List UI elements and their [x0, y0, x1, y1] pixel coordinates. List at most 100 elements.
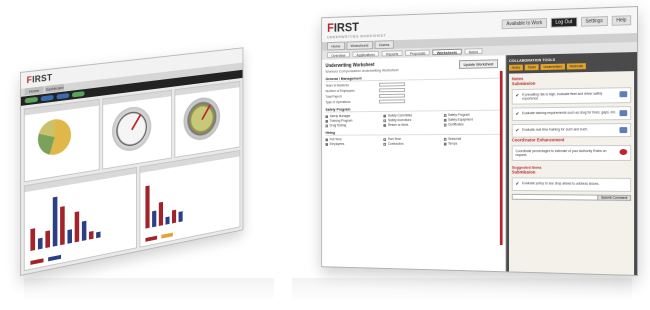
status-pill[interactable]: [40, 94, 54, 102]
note-card[interactable]: Coordinate percentages to estimate of yo…: [511, 145, 632, 161]
nav-tab-home[interactable]: Home: [327, 41, 345, 51]
checkbox[interactable]: [325, 138, 328, 141]
submit-comment-button[interactable]: Submit Comment: [597, 195, 631, 200]
note-card[interactable]: ✔ Evaluate training requirements such as…: [511, 106, 632, 122]
chart-legend: [144, 232, 173, 242]
checkbox[interactable]: [443, 142, 447, 146]
collab-tab-tasks[interactable]: Tasks: [524, 64, 539, 71]
help-button[interactable]: Help: [611, 15, 632, 26]
pie-chart: [37, 117, 72, 158]
note-text: If prevailing risk is high, evaluate fle…: [522, 91, 603, 101]
checkbox-item[interactable]: Safety Incentives: [383, 118, 440, 122]
alert-icon[interactable]: [619, 149, 628, 156]
chat-icon[interactable]: [619, 110, 628, 117]
checkbox-item[interactable]: Employees: [325, 142, 380, 146]
checkbox[interactable]: [443, 113, 447, 117]
check-icon: ✔: [515, 111, 520, 118]
status-pill[interactable]: [24, 96, 38, 104]
checkbox-item[interactable]: Drug Testing: [325, 123, 380, 127]
checkbox[interactable]: [443, 137, 447, 141]
checkbox-item[interactable]: Return to Work: [383, 123, 440, 127]
checkbox[interactable]: [325, 114, 328, 118]
pie-panel: [23, 98, 100, 183]
sub-tab-reports[interactable]: Reports: [381, 50, 403, 57]
chat-icon[interactable]: [619, 127, 628, 134]
update-worksheet-button[interactable]: Update Worksheet: [459, 59, 499, 69]
dashboard-logo: FIRST: [26, 72, 53, 86]
checkbox-item[interactable]: Training Program: [325, 119, 380, 123]
bar: [158, 201, 163, 227]
sub-tab-applications[interactable]: Applications: [352, 50, 380, 58]
checkbox-item[interactable]: Safety Manager: [325, 114, 380, 118]
bar: [45, 230, 51, 249]
collab-tab-referrals[interactable]: Referrals: [566, 63, 586, 70]
bar: [67, 229, 72, 244]
section-hiring: Hiring: [325, 128, 502, 136]
checkbox[interactable]: [383, 118, 387, 122]
checkbox[interactable]: [383, 142, 387, 146]
checkbox[interactable]: [325, 119, 328, 123]
checkbox[interactable]: [443, 123, 447, 126]
collab-tab-notes[interactable]: Notes: [509, 64, 524, 71]
availability-status[interactable]: Available to Work: [501, 18, 547, 30]
checkbox[interactable]: [383, 137, 387, 141]
checkbox[interactable]: [325, 124, 328, 127]
checkbox-item[interactable]: Contractors: [383, 142, 440, 146]
text-input[interactable]: [379, 82, 406, 87]
bar: [151, 210, 156, 228]
chat-icon[interactable]: [619, 91, 628, 98]
checkbox[interactable]: [383, 114, 387, 118]
nav-tab-worksheets[interactable]: Worksheets: [346, 40, 373, 50]
sub-tab-overview[interactable]: Overview: [327, 51, 350, 58]
safety-checklist: Safety Manager Safety Committee Safety P…: [325, 112, 501, 127]
bar: [89, 230, 94, 240]
checkbox[interactable]: [443, 118, 447, 122]
checkbox-item[interactable]: Full Time: [325, 137, 380, 141]
checkbox-item[interactable]: Temps: [443, 142, 502, 146]
submission-title: Submission: [511, 169, 536, 175]
collab-content: Notes Submission ✔ If prevailing risk is…: [509, 71, 635, 276]
hiring-checklist: Full Time Part Time Seasonal Employees C…: [325, 137, 501, 146]
gauge-panel: [174, 80, 241, 158]
sub-tab-proposals[interactable]: Proposals: [405, 49, 430, 56]
note-text: Evaluate training requirements such as d…: [522, 110, 617, 116]
checkbox[interactable]: [383, 123, 387, 127]
settings-button[interactable]: Settings: [580, 16, 608, 27]
sub-tab-notes[interactable]: Notes: [464, 48, 483, 55]
status-pill[interactable]: [56, 92, 70, 100]
legend-swatch: [144, 235, 157, 242]
checkbox-item[interactable]: Safety Equipment: [443, 117, 502, 122]
collab-tab-underwriters[interactable]: Underwriters: [540, 63, 565, 71]
bar-chart-panel: [139, 149, 241, 248]
collab-subsection: Submission: [511, 80, 536, 87]
text-input[interactable]: [379, 99, 406, 104]
note-card[interactable]: ✔ If prevailing risk is high, evaluate f…: [511, 87, 632, 105]
bar-group: [30, 178, 130, 251]
field-label: Number of Employees: [325, 88, 355, 94]
gauge-needle: [130, 114, 142, 131]
checkbox-item[interactable]: Certificates: [443, 122, 502, 126]
comment-input[interactable]: Submit Comment: [511, 193, 632, 201]
nav-tab-claims[interactable]: Claims: [374, 40, 394, 50]
checkbox-item[interactable]: Part Time: [383, 137, 440, 141]
status-pill[interactable]: [71, 91, 85, 98]
enhancement-title: Coordinator Enhancement: [511, 137, 565, 143]
bar: [96, 231, 101, 239]
note-card[interactable]: ✔ Evaluate policy to see drop allows to …: [511, 177, 632, 192]
note-text: Evaluate policy to see drop allows to ad…: [522, 181, 600, 186]
sub-tab-worksheets[interactable]: Worksheets: [432, 48, 462, 56]
text-input[interactable]: [379, 88, 406, 93]
note-card[interactable]: ✔ Evaluate real time training for such a…: [511, 123, 632, 138]
collaboration-panel: COLLABORATION TOOLS Notes Tasks Underwri…: [506, 52, 638, 276]
checkbox-item[interactable]: Safety Committee: [383, 113, 440, 118]
checkbox-item[interactable]: Safety Program: [443, 112, 502, 117]
bar: [144, 185, 150, 229]
text-input[interactable]: [379, 93, 406, 98]
check-icon: ✔: [515, 181, 520, 188]
checkbox[interactable]: [325, 142, 328, 146]
bar: [60, 205, 65, 246]
checkbox-item[interactable]: Seasonal: [443, 137, 502, 141]
scrollbar[interactable]: [499, 70, 503, 246]
bar: [37, 237, 43, 250]
logout-button[interactable]: Log Out: [550, 17, 577, 28]
